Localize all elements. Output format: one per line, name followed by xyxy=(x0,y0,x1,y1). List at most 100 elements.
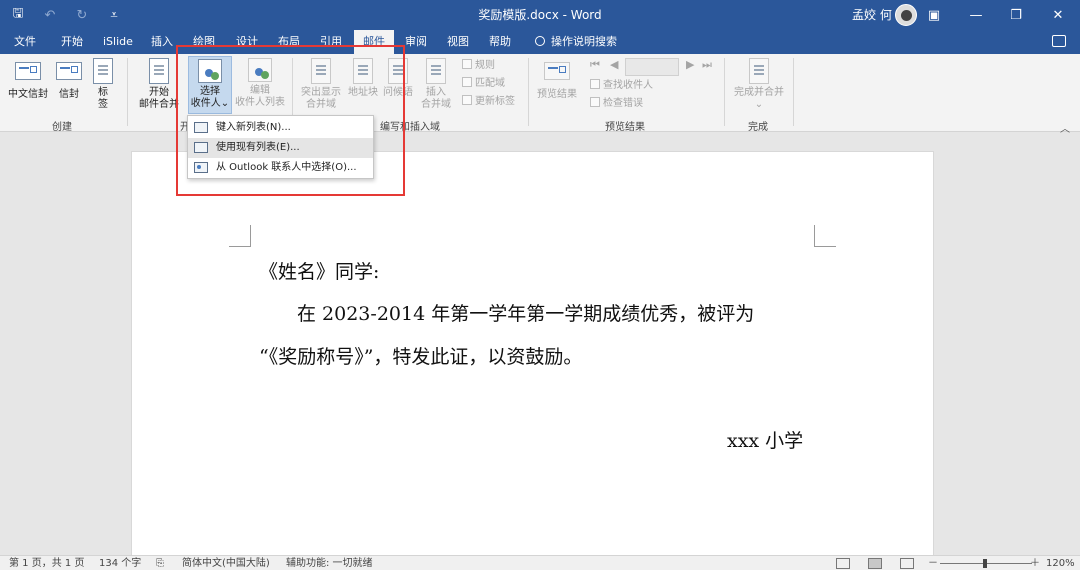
start-mail-merge-label-1: 开始 xyxy=(149,87,169,98)
print-layout-icon[interactable] xyxy=(868,558,882,569)
next-record-icon[interactable]: ▶ xyxy=(686,58,694,71)
ribbon-display-options-icon[interactable]: ▣ xyxy=(912,0,956,30)
save-icon[interactable]: 🖫 xyxy=(8,5,28,25)
highlight-merge-fields-button[interactable]: 突出显示 合并域 xyxy=(298,58,344,111)
address-block-label: 地址块 xyxy=(348,87,378,98)
start-mail-merge-button[interactable]: 开始 邮件合并 xyxy=(134,58,184,111)
address-block-button[interactable]: 地址块 xyxy=(346,58,380,99)
web-layout-icon[interactable] xyxy=(900,558,914,569)
signature-line: xxx 小学 xyxy=(727,430,804,452)
menu-item-use-existing-list[interactable]: 使用现有列表(E)... xyxy=(188,138,373,158)
status-bar: 第 1 页，共 1 页 134 个字 ⎘ 简体中文(中国大陆) 辅助功能: 一切… xyxy=(0,555,1080,570)
greeting-line-label: 问候语 xyxy=(383,87,413,98)
edit-recipient-list-button[interactable]: 编辑 收件人列表 xyxy=(234,58,286,109)
start-mail-merge-label-2: 邮件合并 xyxy=(139,99,179,110)
match-fields-icon xyxy=(462,77,472,87)
edit-recipient-list-label-2: 收件人列表 xyxy=(235,97,285,108)
tab-mailings[interactable]: 邮件 xyxy=(354,30,394,54)
insert-merge-field-icon xyxy=(426,58,446,84)
zoom-level[interactable]: 120% xyxy=(1046,556,1075,570)
find-recipient-button[interactable]: 查找收件人 xyxy=(590,78,653,94)
tab-home[interactable]: 开始 xyxy=(61,30,83,54)
zoom-out-button[interactable]: － xyxy=(928,556,938,570)
record-number-input[interactable] xyxy=(625,58,679,76)
first-record-icon[interactable]: ⏮ xyxy=(590,58,600,72)
customize-qat-icon[interactable]: ⩡ xyxy=(104,5,124,25)
proofing-icon[interactable]: ⎘ xyxy=(156,556,164,570)
quick-access-toolbar: 🖫 ↶ ↻ ⩡ xyxy=(8,0,124,30)
minimize-icon[interactable]: — xyxy=(956,0,996,30)
comments-icon[interactable] xyxy=(1052,35,1066,47)
check-errors-button[interactable]: 检查错误 xyxy=(590,96,643,112)
chinese-envelope-label: 中文信封 xyxy=(8,89,48,100)
update-labels-button[interactable]: 更新标签 xyxy=(462,94,515,110)
word-count[interactable]: 134 个字 xyxy=(99,556,141,570)
finish-merge-button[interactable]: 完成并合并 ⌄ xyxy=(730,58,788,111)
select-recipients-label-2: 收件人⌄ xyxy=(189,98,231,110)
language-status[interactable]: 简体中文(中国大陆) xyxy=(182,556,270,570)
tab-view[interactable]: 视图 xyxy=(447,30,469,54)
zoom-in-button[interactable]: ＋ xyxy=(1030,556,1040,570)
insert-field-label-2: 合并域 xyxy=(421,99,451,110)
accessibility-status[interactable]: 辅助功能: 一切就绪 xyxy=(286,556,373,570)
match-fields-label: 匹配域 xyxy=(475,78,505,89)
tab-design[interactable]: 设计 xyxy=(236,30,258,54)
group-label-preview: 预览结果 xyxy=(605,122,645,133)
zoom-slider-thumb[interactable] xyxy=(983,559,987,568)
select-recipients-label-1: 选择 xyxy=(200,86,220,97)
select-recipients-button[interactable]: 选择 收件人⌄ xyxy=(188,56,232,114)
labels-button[interactable]: 标 签 xyxy=(88,58,118,111)
envelopes-button[interactable]: 信封 xyxy=(54,62,84,101)
insert-merge-field-button[interactable]: 插入 合并域 xyxy=(416,58,456,111)
find-recipient-icon xyxy=(590,79,600,89)
rules-icon xyxy=(462,59,472,69)
check-errors-label: 检查错误 xyxy=(603,98,643,109)
body-line-2: “《奖励称号》”，特发此证，以资鼓励。 xyxy=(259,346,583,368)
menu-item-type-new-list[interactable]: 键入新列表(N)... xyxy=(188,118,373,138)
tell-me-search[interactable]: 操作说明搜索 xyxy=(535,30,617,54)
group-separator xyxy=(127,58,128,126)
redo-icon[interactable]: ↻ xyxy=(72,5,92,25)
tab-draw[interactable]: 绘图 xyxy=(193,30,215,54)
document-canvas[interactable]: 《姓名》同学: 在 2023-2014 年第一学年第一学期成绩优秀，被评为 “《… xyxy=(0,133,1080,555)
document-page[interactable]: 《姓名》同学: 在 2023-2014 年第一学年第一学期成绩优秀，被评为 “《… xyxy=(131,151,934,555)
preview-results-icon xyxy=(544,62,570,80)
edit-recipient-list-label-1: 编辑 xyxy=(250,85,270,96)
body-line-1: 在 2023-2014 年第一学年第一学期成绩优秀，被评为 xyxy=(297,303,755,325)
tab-help[interactable]: 帮助 xyxy=(489,30,511,54)
tab-layout[interactable]: 布局 xyxy=(278,30,300,54)
start-mail-merge-icon xyxy=(149,58,169,84)
match-fields-button[interactable]: 匹配域 xyxy=(462,76,505,92)
undo-icon[interactable]: ↶ xyxy=(40,5,60,25)
group-label-create: 创建 xyxy=(52,122,72,133)
tab-insert[interactable]: 插入 xyxy=(151,30,173,54)
read-mode-icon[interactable] xyxy=(836,558,850,569)
rules-button[interactable]: 规则 xyxy=(462,58,495,74)
page-count[interactable]: 第 1 页，共 1 页 xyxy=(9,556,84,570)
user-name[interactable]: 孟姣 何 xyxy=(852,0,892,30)
menu-item-label: 使用现有列表(E)... xyxy=(216,142,300,153)
ribbon-mailings: 中文信封 信封 标 签 创建 开始 邮件合并 选择 收件人⌄ 编辑 收件人列表 … xyxy=(0,54,1080,135)
restore-icon[interactable]: ❐ xyxy=(996,0,1036,30)
tab-file[interactable]: 文件 xyxy=(14,30,36,54)
preview-results-label: 预览结果 xyxy=(537,89,577,100)
ribbon-tabs: 文件 开始 iSlide 插入 绘图 设计 布局 引用 邮件 审阅 视图 帮助 … xyxy=(0,30,1080,54)
group-separator xyxy=(724,58,725,126)
greeting-line-button[interactable]: 问候语 xyxy=(382,58,414,99)
menu-item-outlook-contacts[interactable]: 从 Outlook 联系人中选择(O)... xyxy=(188,158,373,178)
tab-references[interactable]: 引用 xyxy=(320,30,342,54)
preview-results-button[interactable]: 预览结果 xyxy=(534,62,580,101)
close-icon[interactable]: ✕ xyxy=(1036,0,1080,30)
edit-recipient-list-icon xyxy=(248,58,272,82)
group-separator xyxy=(528,58,529,126)
last-record-icon[interactable]: ⏭ xyxy=(702,58,712,72)
check-errors-icon xyxy=(590,97,600,107)
tab-review[interactable]: 审阅 xyxy=(405,30,427,54)
tab-islide[interactable]: iSlide xyxy=(103,30,133,54)
group-label-finish: 完成 xyxy=(748,122,768,133)
address-block-icon xyxy=(353,58,373,84)
chinese-envelope-button[interactable]: 中文信封 xyxy=(6,62,50,101)
previous-record-icon[interactable]: ◀ xyxy=(610,58,618,71)
finish-merge-label: 完成并合并 xyxy=(734,87,784,98)
new-list-icon xyxy=(194,122,208,133)
